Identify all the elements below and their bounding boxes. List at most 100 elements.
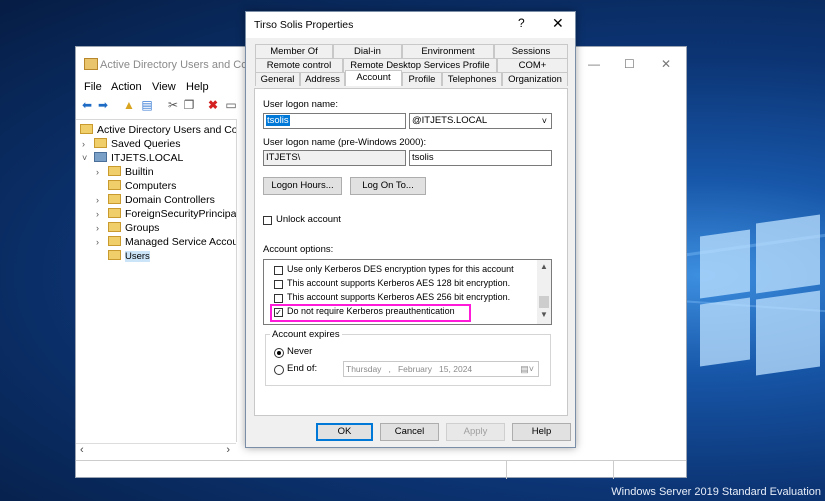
account-expires-label: Account expires (270, 329, 342, 340)
tab-general[interactable]: General (255, 72, 300, 86)
tab-member-of[interactable]: Member Of (255, 44, 333, 58)
pre2000-label: User logon name (pre-Windows 2000): (263, 137, 427, 148)
option-des-checkbox[interactable] (274, 266, 283, 275)
back-arrow-icon[interactable]: ⬅ (80, 99, 94, 112)
tree-item-saved-queries[interactable]: › Saved Queries (82, 138, 180, 150)
tree-item-builtin[interactable]: › Builtin (96, 166, 154, 178)
logon-name-input[interactable]: tsolis (263, 113, 406, 129)
folder-icon (108, 180, 121, 190)
delete-icon[interactable]: ✖ (206, 99, 220, 112)
cut-icon[interactable]: ✂ (166, 99, 180, 112)
maximize-icon[interactable]: ☐ (624, 57, 635, 71)
cancel-button[interactable]: Cancel (380, 423, 439, 441)
unlock-account-label: Unlock account (276, 214, 341, 225)
up-folder-icon[interactable]: ▲ (122, 99, 136, 112)
close-icon[interactable]: ✕ (552, 15, 564, 32)
calendar-dropdown-icon[interactable]: ▤˅ (520, 362, 534, 376)
windows-logo (700, 214, 820, 376)
annotation-highlight-box (270, 304, 471, 322)
tree-item-users[interactable]: Users (108, 250, 150, 262)
menu-action[interactable]: Action (111, 81, 142, 93)
tab-address[interactable]: Address (300, 72, 345, 86)
dialog-title: Tirso Solis Properties (254, 19, 354, 31)
tree-root[interactable]: Active Directory Users and Com (80, 124, 236, 136)
forward-arrow-icon[interactable]: ➡ (96, 99, 110, 112)
chevron-right-icon[interactable]: › (96, 223, 108, 233)
menu-help[interactable]: Help (186, 81, 209, 93)
apply-button[interactable]: Apply (446, 423, 505, 441)
option-aes256-checkbox[interactable] (274, 294, 283, 303)
properties-dialog: Tirso Solis Properties ? ✕ Member Of Dia… (245, 11, 576, 448)
help-icon[interactable]: ? (518, 16, 525, 30)
scroll-left-icon[interactable]: ‹ (80, 444, 84, 456)
option-aes256-label: This account supports Kerberos AES 256 b… (287, 292, 511, 302)
chevron-right-icon[interactable]: › (96, 167, 108, 177)
tab-dial-in[interactable]: Dial-in (333, 44, 402, 58)
tab-telephones[interactable]: Telephones (442, 72, 502, 86)
tree-item-managed-service-accounts[interactable]: › Managed Service Accour (96, 236, 236, 248)
unlock-account-checkbox[interactable] (263, 216, 272, 225)
never-label: Never (287, 346, 313, 357)
minimize-icon[interactable]: — (588, 57, 600, 71)
scroll-up-icon[interactable]: ▲ (540, 262, 548, 271)
option-aes128-checkbox[interactable] (274, 280, 283, 289)
tab-profile[interactable]: Profile (402, 72, 442, 86)
tree-item-domain-controllers[interactable]: › Domain Controllers (96, 194, 215, 206)
dialog-titlebar: Tirso Solis Properties ? ✕ (246, 12, 575, 38)
status-bar (76, 460, 686, 479)
chevron-down-icon[interactable]: ˅ (82, 153, 94, 163)
option-aes128-label: This account supports Kerberos AES 128 b… (287, 278, 511, 288)
account-tab-panel: User logon name: tsolis @ITJETS.LOCAL ˅ … (254, 88, 568, 416)
ok-button[interactable]: OK (316, 423, 373, 441)
pre2000-domain-field: ITJETS\ (263, 150, 406, 166)
account-expires-group (265, 334, 551, 386)
end-of-radio[interactable] (274, 365, 284, 375)
tab-sessions[interactable]: Sessions (494, 44, 568, 58)
aduc-window-title: Active Directory Users and Compu (100, 59, 269, 71)
tab-com-plus[interactable]: COM+ (497, 58, 568, 72)
domain-icon (94, 152, 107, 162)
chevron-right-icon[interactable]: › (82, 139, 94, 149)
pre2000-username-input[interactable]: tsolis (409, 150, 552, 166)
ou-icon (108, 222, 121, 232)
tab-account[interactable]: Account (345, 70, 402, 86)
tree-item-foreign-security-principals[interactable]: › ForeignSecurityPrincipals (96, 208, 236, 220)
help-button[interactable]: Help (512, 423, 571, 441)
close-window-icon[interactable]: ✕ (661, 57, 671, 71)
os-watermark: Windows Server 2019 Standard Evaluation (611, 486, 821, 498)
tab-environment[interactable]: Environment (402, 44, 494, 58)
folder-icon (108, 166, 121, 176)
account-options-label: Account options: (263, 244, 334, 255)
console-tree-icon[interactable]: ▤ (140, 99, 154, 112)
upn-suffix-select[interactable]: @ITJETS.LOCAL ˅ (409, 113, 552, 129)
tab-remote-control[interactable]: Remote control (255, 58, 343, 72)
ou-icon (108, 194, 121, 204)
menu-file[interactable]: File (84, 81, 102, 93)
folder-icon (80, 124, 93, 134)
tree-horizontal-scrollbar[interactable]: ‹ › (76, 443, 236, 458)
status-divider (613, 461, 614, 479)
scroll-right-icon[interactable]: › (226, 444, 230, 456)
chevron-right-icon[interactable]: › (96, 209, 108, 219)
folder-icon (108, 208, 121, 218)
chevron-right-icon[interactable]: › (96, 237, 108, 247)
chevron-right-icon[interactable]: › (96, 195, 108, 205)
log-on-to-button[interactable]: Log On To... (350, 177, 426, 195)
properties-icon[interactable]: ▭ (224, 99, 238, 112)
tree-item-computers[interactable]: Computers (108, 180, 176, 192)
scroll-down-icon[interactable]: ▼ (540, 310, 548, 319)
tree-item-groups[interactable]: › Groups (96, 222, 159, 234)
folder-icon (108, 250, 121, 260)
tree-item-domain[interactable]: ˅ ITJETS.LOCAL (82, 152, 183, 164)
menu-view[interactable]: View (152, 81, 176, 93)
logon-hours-button[interactable]: Logon Hours... (263, 177, 342, 195)
tab-organization[interactable]: Organization (502, 72, 568, 86)
console-tree: Active Directory Users and Com › Saved Qu… (76, 119, 237, 442)
folder-icon (108, 236, 121, 246)
copy-icon[interactable]: ❐ (182, 99, 196, 112)
end-of-date-picker[interactable]: Thursday , February 15, 2024 ▤˅ (343, 361, 539, 377)
never-radio[interactable] (274, 348, 284, 358)
scroll-thumb[interactable] (539, 296, 549, 308)
chevron-down-icon: ˅ (541, 116, 547, 126)
options-vertical-scrollbar[interactable]: ▲ ▼ (537, 260, 551, 324)
